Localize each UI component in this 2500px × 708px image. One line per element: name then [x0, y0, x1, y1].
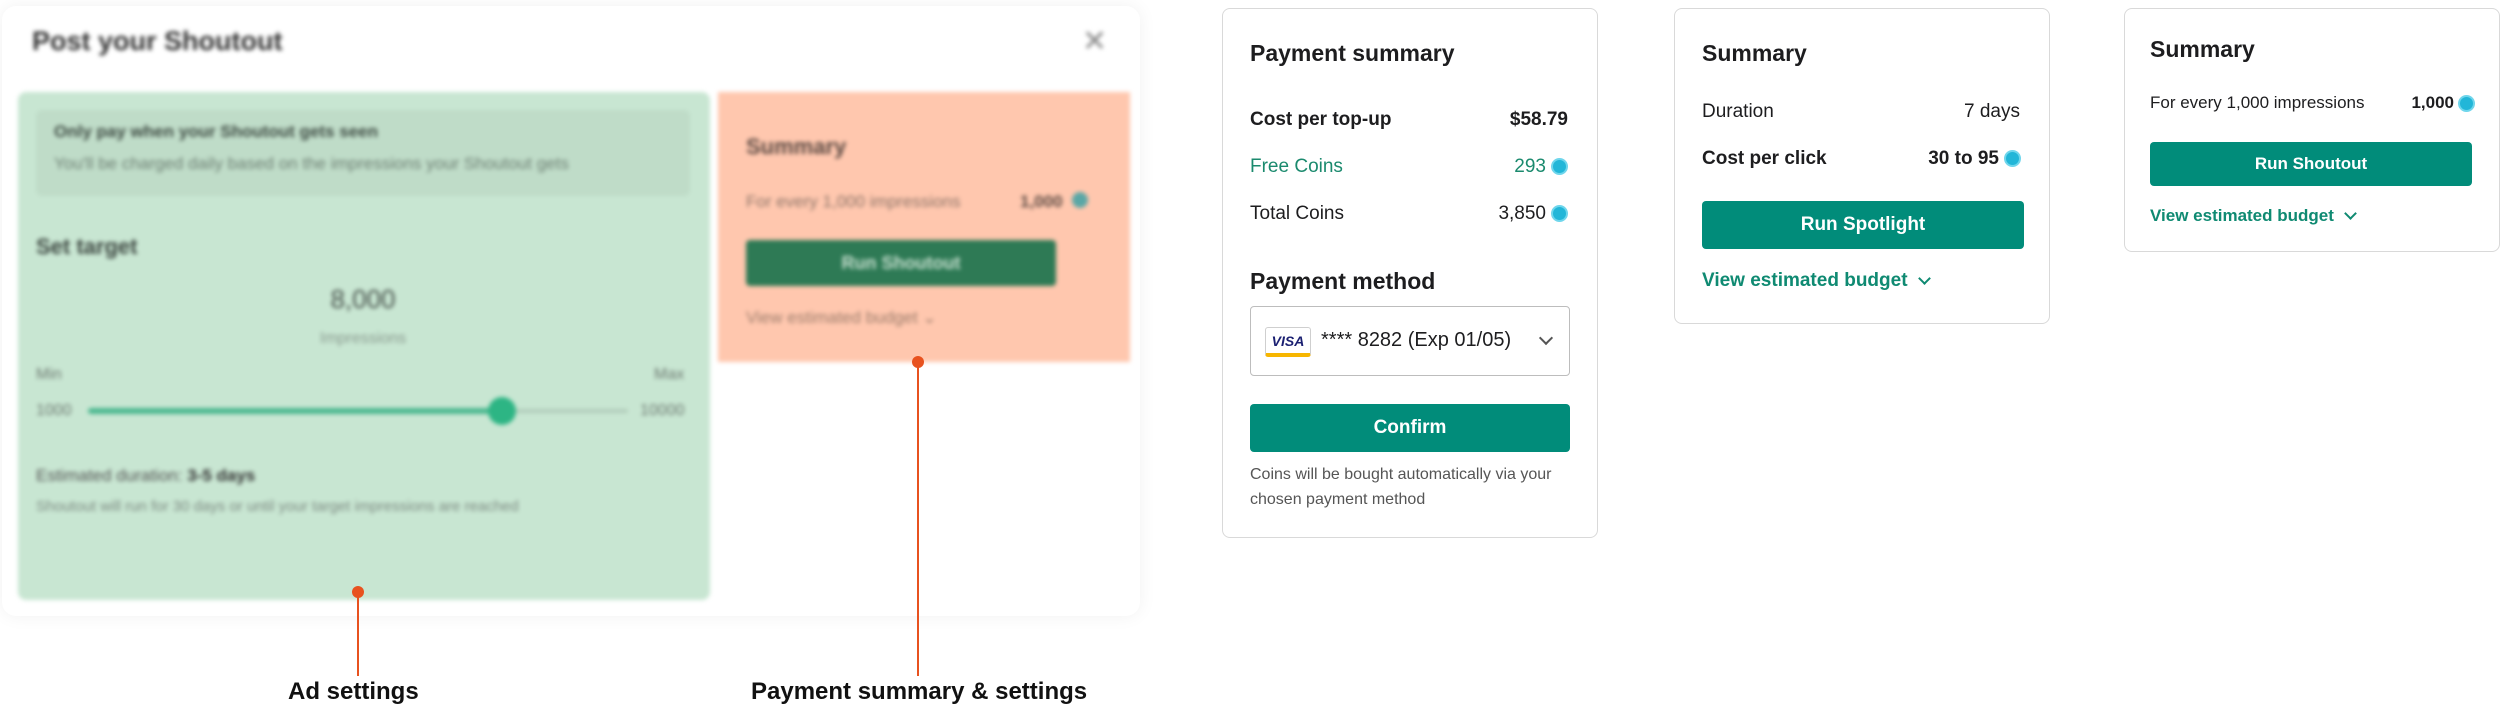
shoutout-summary-title: Summary: [2150, 36, 2255, 62]
coin-icon: [1551, 205, 1568, 222]
notice-title: Only pay when your Shoutout gets seen: [54, 122, 378, 141]
coin-icon: [1072, 192, 1088, 208]
modal-summary-title: Summary: [746, 134, 847, 159]
free-coins-label: Free Coins: [1250, 156, 1343, 177]
slider-min-label: Min: [36, 366, 62, 383]
cost-per-topup-label: Cost per top-up: [1250, 109, 1392, 130]
spotlight-budget-link-label: View estimated budget: [1702, 270, 1908, 291]
spotlight-summary-title: Summary: [1702, 40, 1807, 66]
slider-fill: [88, 408, 502, 414]
duration-value: 7 days: [1964, 101, 2020, 122]
auto-buy-note: Coins will be bought automatically via y…: [1250, 466, 1552, 508]
run-shoutout-button[interactable]: Run Shoutout: [2150, 142, 2472, 186]
target-unit: Impressions: [319, 330, 407, 347]
duration-label: Duration: [1702, 101, 1774, 122]
payment-summary-leader: [917, 362, 919, 676]
modal-title: Post your Shoutout: [32, 26, 283, 56]
cost-per-click-label: Cost per click: [1702, 148, 1827, 169]
impressions-label: For every 1,000 impressions: [2150, 93, 2365, 112]
slider-max-value: 10000: [640, 402, 685, 419]
coin-icon: [2004, 150, 2021, 167]
target-value: 8,000: [330, 284, 396, 314]
duration-note: Shoutout will run for 30 days or until y…: [36, 498, 519, 515]
run-spotlight-button[interactable]: Run Spotlight: [1702, 201, 2024, 249]
total-coins-value: 3,850: [1498, 203, 1546, 224]
modal-budget-link-label: View estimated budget: [746, 308, 918, 327]
modal-summary-label: For every 1,000 impressions: [746, 192, 961, 211]
set-target-heading: Set target: [36, 234, 138, 259]
estimated-duration-label: Estimated duration:: [36, 466, 183, 485]
slider-min-value: 1000: [36, 402, 72, 419]
impressions-value: 1,000: [2411, 93, 2454, 112]
modal-budget-link[interactable]: View estimated budget ⌄: [746, 308, 937, 328]
chevron-down-icon: [1917, 271, 1931, 285]
ad-settings-leader: [357, 592, 359, 676]
modal-summary-value: 1,000: [1020, 192, 1063, 211]
cost-per-topup-value: $58.79: [1509, 109, 1568, 130]
confirm-button[interactable]: Confirm: [1250, 404, 1570, 452]
shoutout-budget-link[interactable]: View estimated budget: [2150, 206, 2357, 226]
modal-run-shoutout-button[interactable]: Run Shoutout: [746, 240, 1056, 286]
total-coins-label: Total Coins: [1250, 203, 1344, 224]
close-icon[interactable]: ✕: [1082, 24, 1107, 59]
cost-per-click-value: 30 to 95: [1928, 148, 1999, 169]
spotlight-budget-link[interactable]: View estimated budget: [1702, 270, 1931, 292]
slider-thumb[interactable]: [488, 397, 516, 425]
estimated-duration-value: 3-5 days: [187, 466, 256, 485]
coin-icon: [2458, 95, 2475, 112]
payment-summary-title: Payment summary: [1250, 40, 1455, 66]
visa-icon: VISA: [1265, 327, 1311, 357]
ad-settings-caption: Ad settings: [288, 678, 419, 705]
slider-max-label: Max: [654, 366, 685, 383]
coin-icon: [1551, 158, 1568, 175]
payment-method-select[interactable]: VISA **** 8282 (Exp 01/05): [1250, 306, 1570, 376]
payment-method-title: Payment method: [1250, 268, 1436, 294]
chevron-down-icon: [2344, 206, 2357, 220]
estimated-duration: Estimated duration: 3-5 days: [36, 466, 255, 486]
payment-summary-caption: Payment summary & settings: [751, 678, 1088, 705]
payment-method-value: **** 8282 (Exp 01/05): [1321, 329, 1512, 351]
chevron-down-icon: [1538, 330, 1554, 346]
free-coins-value: 293: [1514, 156, 1546, 177]
shoutout-budget-link-label: View estimated budget: [2150, 206, 2334, 225]
notice-subtitle: You'll be charged daily based on the imp…: [54, 154, 569, 173]
